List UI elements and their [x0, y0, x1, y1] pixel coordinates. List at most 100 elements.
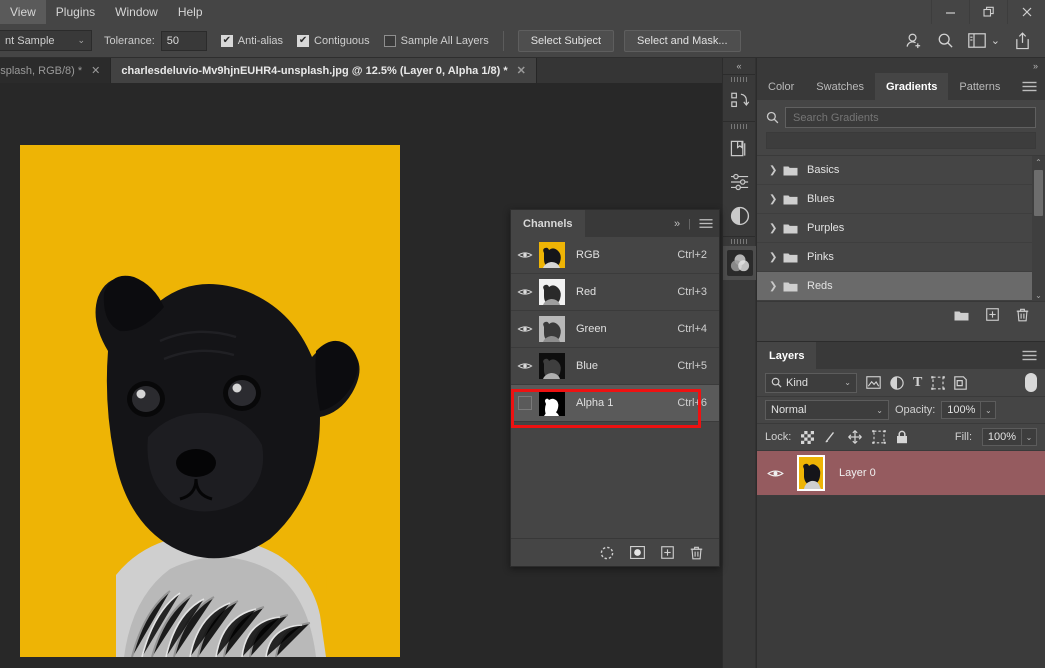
- anti-alias-checkbox[interactable]: ✔ Anti-alias: [221, 35, 283, 47]
- restore-button[interactable]: [969, 0, 1007, 24]
- libraries-icon[interactable]: [723, 131, 756, 165]
- minimize-button[interactable]: [931, 0, 969, 24]
- tab-patterns[interactable]: Patterns: [948, 73, 1011, 100]
- scroll-down-icon[interactable]: ⌄: [1035, 289, 1042, 301]
- export-icon[interactable]: [1014, 32, 1031, 50]
- lock-transparency-icon[interactable]: [801, 431, 814, 444]
- lock-artboard-icon[interactable]: [872, 430, 886, 444]
- filter-kind-select[interactable]: Kind ⌄: [765, 373, 857, 393]
- panel-menu-icon[interactable]: [693, 210, 719, 237]
- channel-visibility-icon[interactable]: [511, 361, 539, 371]
- tolerance-input[interactable]: 50: [161, 31, 207, 51]
- menu-item-help[interactable]: Help: [168, 0, 213, 24]
- chevron-right-icon[interactable]: ❯: [769, 165, 783, 176]
- opacity-input[interactable]: 100%: [941, 401, 981, 419]
- search-icon[interactable]: [937, 32, 954, 49]
- channel-row-rgb[interactable]: RGB Ctrl+2: [511, 237, 719, 274]
- filter-type-icon[interactable]: T: [913, 375, 922, 391]
- gradient-group-blues[interactable]: ❯ Blues: [757, 185, 1045, 214]
- adjustments-icon[interactable]: [723, 165, 756, 199]
- menu-item-window[interactable]: Window: [105, 0, 168, 24]
- channel-row-blue[interactable]: Blue Ctrl+5: [511, 348, 719, 385]
- document-image[interactable]: [20, 145, 400, 657]
- sample-all-layers-checkbox[interactable]: Sample All Layers: [384, 35, 489, 47]
- lock-all-icon[interactable]: [896, 430, 908, 444]
- close-icon[interactable]: ✕: [91, 64, 100, 77]
- history-icon[interactable]: [723, 84, 756, 118]
- scroll-up-icon[interactable]: ⌃: [1035, 156, 1042, 168]
- new-gradient-icon[interactable]: [986, 308, 999, 321]
- panel-grip[interactable]: [723, 122, 755, 131]
- new-group-folder-icon[interactable]: [954, 309, 969, 321]
- new-channel-icon[interactable]: [661, 546, 674, 559]
- sample-size-select[interactable]: nt Sample ⌄: [0, 30, 92, 51]
- tab-gradients[interactable]: Gradients: [875, 73, 948, 100]
- lock-position-icon[interactable]: [848, 430, 862, 444]
- layer-visibility-icon[interactable]: [757, 468, 793, 479]
- folder-icon: [783, 164, 798, 176]
- filter-toggle-switch[interactable]: [1025, 373, 1037, 392]
- channel-visibility-icon[interactable]: [511, 250, 539, 260]
- load-channel-as-selection-icon[interactable]: [600, 546, 614, 560]
- channels-collapse-icon[interactable]: »: [668, 210, 686, 237]
- chevron-right-icon[interactable]: ❯: [769, 252, 783, 263]
- visibility-empty-box[interactable]: [518, 396, 532, 410]
- channel-visibility-icon[interactable]: [511, 324, 539, 334]
- document-tab-active[interactable]: charlesdeluvio-Mv9hjnEUHR4-unsplash.jpg …: [111, 58, 536, 83]
- filter-pixel-icon[interactable]: [866, 376, 881, 389]
- layers-list: Layer 0: [757, 451, 1045, 668]
- document-tab-inactive[interactable]: unsplash, RGB/8) * ✕: [0, 58, 111, 83]
- workspace-switcher[interactable]: ⌄: [968, 33, 1000, 48]
- channel-thumbnail: [539, 390, 565, 416]
- scrollbar-thumb[interactable]: [1034, 170, 1043, 216]
- select-and-mask-button[interactable]: Select and Mask...: [624, 30, 741, 52]
- panel-menu-icon[interactable]: [1014, 342, 1045, 369]
- layers-panel: Layers Kind ⌄: [756, 341, 1045, 668]
- tab-channels[interactable]: Channels: [511, 210, 585, 237]
- panel-grip[interactable]: [723, 237, 755, 246]
- select-subject-button[interactable]: Select Subject: [518, 30, 614, 52]
- fill-input[interactable]: 100%: [982, 428, 1022, 446]
- channel-row-alpha-1[interactable]: Alpha 1 Ctrl+6: [511, 385, 719, 422]
- gradient-group-basics[interactable]: ❯ Basics: [757, 156, 1045, 185]
- gradient-group-reds[interactable]: ❯ Reds: [757, 272, 1045, 301]
- opacity-stepper-icon[interactable]: ⌄: [981, 401, 996, 419]
- lock-image-icon[interactable]: [824, 430, 838, 444]
- layer-row-layer-0[interactable]: Layer 0: [757, 451, 1045, 496]
- menu-item-plugins[interactable]: Plugins: [46, 0, 105, 24]
- close-button[interactable]: [1007, 0, 1045, 24]
- chevron-right-icon[interactable]: ❯: [769, 281, 783, 292]
- share-person-icon[interactable]: [904, 31, 923, 50]
- contiguous-checkbox[interactable]: ✔ Contiguous: [297, 35, 370, 47]
- blend-mode-select[interactable]: Normal ⌄: [765, 400, 889, 420]
- adjustment-layer-icon[interactable]: [723, 199, 756, 233]
- panel-grip[interactable]: [723, 75, 755, 84]
- menu-item-view[interactable]: View: [0, 0, 46, 24]
- filter-smart-object-icon[interactable]: [954, 376, 967, 390]
- gradient-group-pinks[interactable]: ❯ Pinks: [757, 243, 1045, 272]
- channel-name: Green: [576, 323, 677, 335]
- chevron-right-icon[interactable]: ❯: [769, 223, 783, 234]
- close-icon[interactable]: ✕: [517, 64, 526, 77]
- panel-menu-icon[interactable]: [1014, 73, 1045, 100]
- gradients-scrollbar[interactable]: ⌃ ⌄: [1032, 156, 1045, 301]
- save-selection-as-channel-icon[interactable]: [630, 546, 645, 559]
- channel-row-red[interactable]: Red Ctrl+3: [511, 274, 719, 311]
- gradient-group-purples[interactable]: ❯ Purples: [757, 214, 1045, 243]
- channel-row-green[interactable]: Green Ctrl+4: [511, 311, 719, 348]
- channel-visibility-icon[interactable]: [511, 287, 539, 297]
- search-gradients-input[interactable]: [785, 107, 1036, 128]
- channel-thumbnail: [539, 353, 565, 379]
- rail-collapse-button[interactable]: «: [723, 58, 755, 74]
- channel-visibility-toggle-off[interactable]: [511, 396, 539, 410]
- delete-channel-icon[interactable]: [690, 546, 703, 560]
- chevron-right-icon[interactable]: ❯: [769, 194, 783, 205]
- tab-color[interactable]: Color: [757, 73, 805, 100]
- filter-shape-icon[interactable]: [931, 376, 945, 390]
- tab-swatches[interactable]: Swatches: [805, 73, 875, 100]
- fill-stepper-icon[interactable]: ⌄: [1022, 428, 1037, 446]
- tab-layers[interactable]: Layers: [757, 342, 816, 369]
- channels-icon[interactable]: [723, 246, 756, 280]
- delete-gradient-icon[interactable]: [1016, 308, 1029, 322]
- gradients-collapse-button[interactable]: »: [757, 58, 1045, 73]
